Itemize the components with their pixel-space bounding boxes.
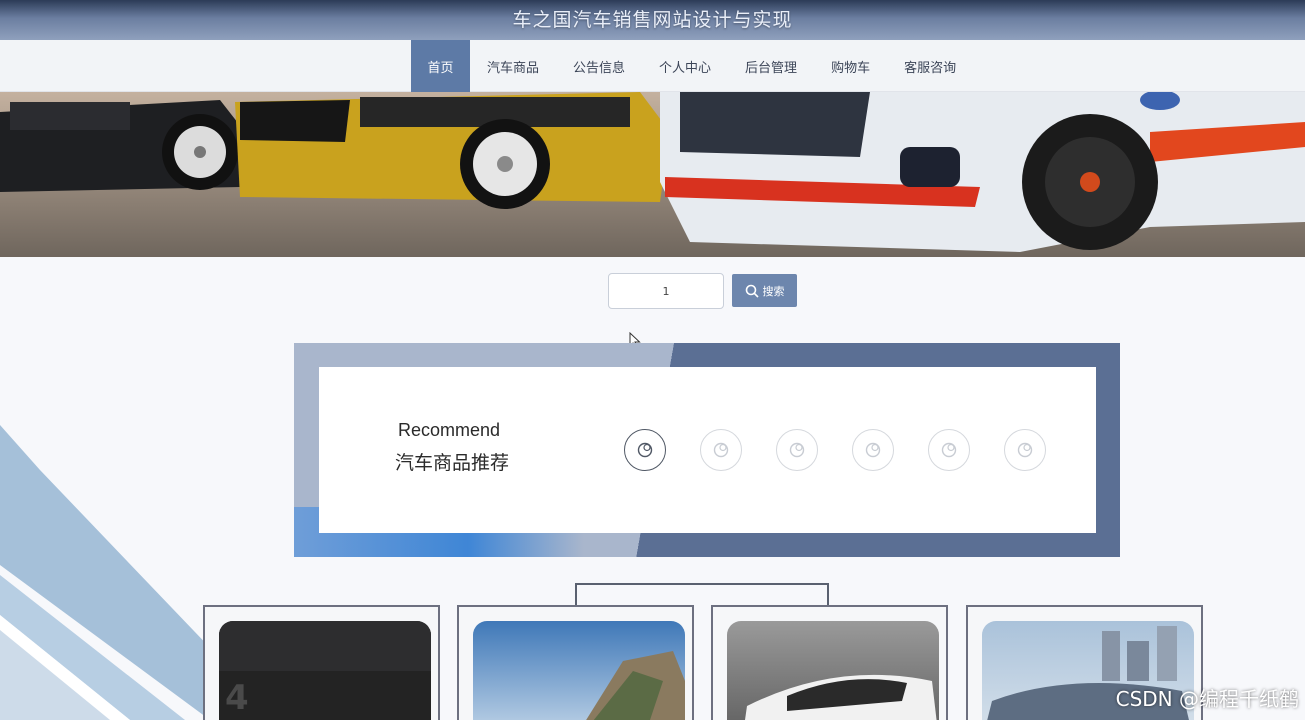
carousel-dot-2[interactable] <box>700 429 742 471</box>
carousel-dot-3[interactable] <box>776 429 818 471</box>
product-card-2[interactable] <box>457 605 694 720</box>
nav-item-home[interactable]: 首页 <box>411 40 470 92</box>
search-icon <box>745 284 759 298</box>
image-icon <box>865 442 881 458</box>
nav-item-customer-service[interactable]: 客服咨询 <box>887 40 973 92</box>
nav-item-announcements[interactable]: 公告信息 <box>556 40 642 92</box>
nav-item-cart[interactable]: 购物车 <box>814 40 887 92</box>
hero-cars-illustration <box>0 92 1305 257</box>
search-button[interactable]: 搜索 <box>732 274 797 307</box>
product-image-2[interactable] <box>473 621 685 720</box>
title-bar: 车之国汽车销售网站设计与实现 <box>0 0 1305 40</box>
product-photo-1: 4 <box>219 621 431 720</box>
image-icon <box>713 442 729 458</box>
product-photo-3 <box>727 621 939 720</box>
nav-item-admin[interactable]: 后台管理 <box>728 40 814 92</box>
product-card-1[interactable]: 4 <box>203 605 440 720</box>
csdn-watermark: CSDN @编程千纸鹤 <box>1115 687 1299 711</box>
nav-bar: 首页 汽车商品 公告信息 个人中心 后台管理 购物车 客服咨询 <box>0 40 1305 92</box>
product-photo-2 <box>473 621 685 720</box>
carousel-dot-4[interactable] <box>852 429 894 471</box>
image-icon <box>941 442 957 458</box>
product-image-1[interactable]: 4 <box>219 621 431 720</box>
search-button-label: 搜索 <box>762 285 785 298</box>
hero-banner <box>0 92 1305 257</box>
carousel-dots <box>624 429 1046 471</box>
nav-item-personal-center[interactable]: 个人中心 <box>642 40 728 92</box>
image-icon <box>637 442 653 458</box>
image-icon <box>1017 442 1033 458</box>
recommend-title-en: Recommend <box>398 420 501 440</box>
search-input[interactable] <box>608 273 724 309</box>
product-card-3[interactable] <box>711 605 948 720</box>
nav-item-car-products[interactable]: 汽车商品 <box>470 40 556 92</box>
svg-text:4: 4 <box>225 678 249 718</box>
nav-list: 首页 汽车商品 公告信息 个人中心 后台管理 购物车 客服咨询 <box>411 40 973 92</box>
recommend-title-cn: 汽车商品推荐 <box>395 452 510 474</box>
image-icon <box>789 442 805 458</box>
carousel-dot-1[interactable] <box>624 429 666 471</box>
site-title: 车之国汽车销售网站设计与实现 <box>512 8 793 31</box>
carousel-dot-5[interactable] <box>928 429 970 471</box>
product-image-3[interactable] <box>727 621 939 720</box>
carousel-dot-6[interactable] <box>1004 429 1046 471</box>
